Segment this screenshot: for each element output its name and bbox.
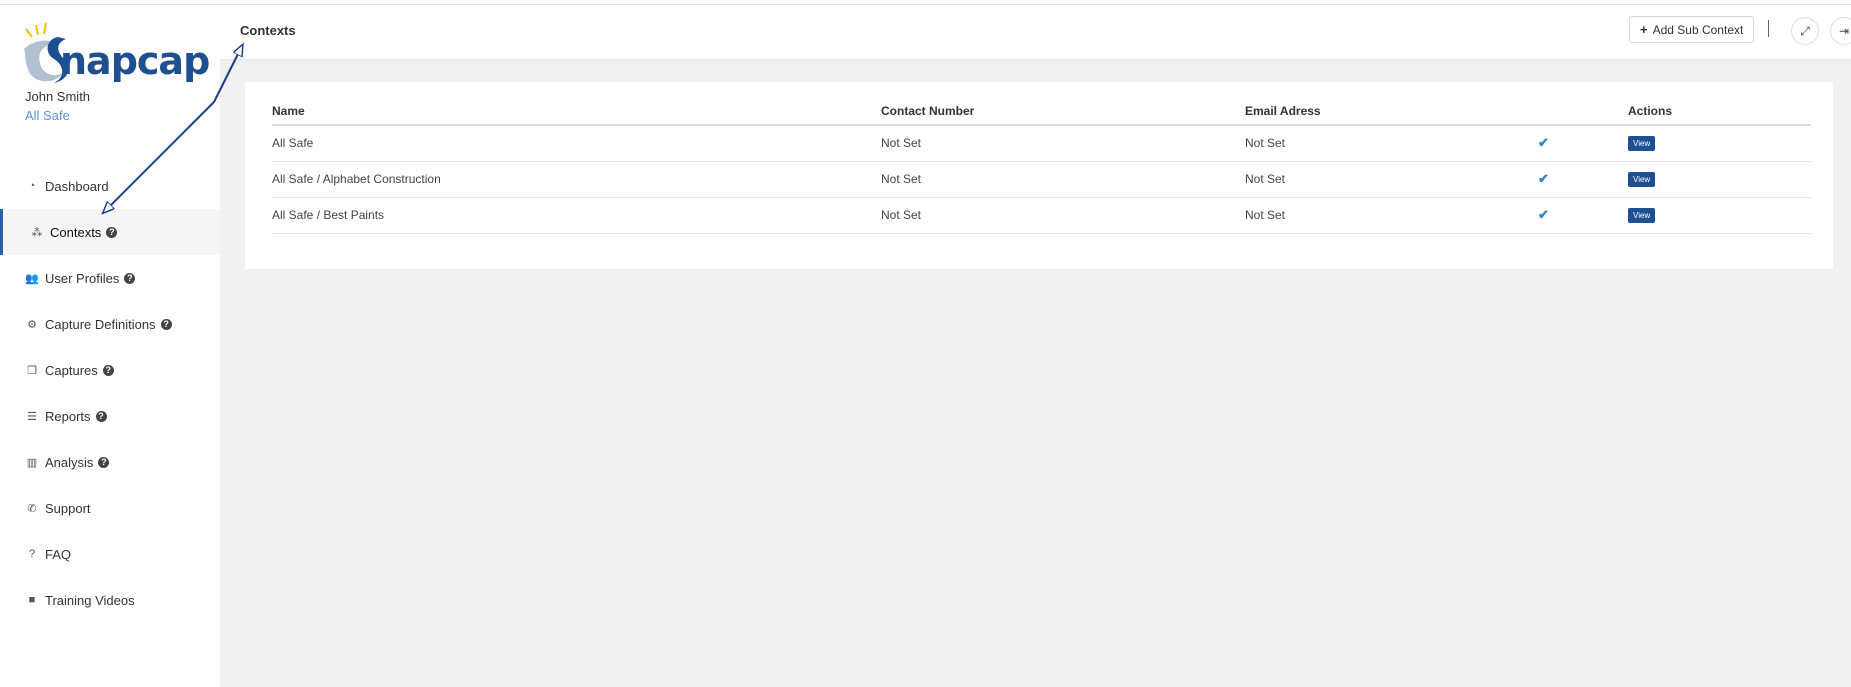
page-title: Contexts (240, 23, 296, 38)
contexts-card: Name Contact Number Email Adress Actions… (245, 82, 1833, 269)
sidebar-item-analysis[interactable]: ▥ Analysis? (0, 439, 220, 485)
sign-out-icon: ⇥ (1838, 24, 1850, 38)
help-icon[interactable]: ? (95, 410, 107, 422)
dashboard-icon: ◔ (28, 180, 36, 192)
cell-contact-number: Not Set (881, 197, 1245, 234)
sidebar-item-label: Captures (45, 362, 98, 378)
user-organisation[interactable]: All Safe (25, 108, 70, 123)
cogs-icon: ⚙ (27, 318, 37, 331)
sidebar: napcap John Smith All Safe ◔ Dashboard ⁂ Co… (0, 5, 220, 687)
sidebar-item-label: Analysis (45, 454, 94, 470)
sidebar-item-captures[interactable]: ❐ Captures? (0, 347, 220, 393)
table-header-row: Name Contact Number Email Adress Actions (272, 97, 1811, 126)
cell-contact-number: Not Set (881, 125, 1245, 162)
sidebar-item-user-profiles[interactable]: 👥 User Profiles? (0, 255, 220, 301)
sidebar-item-capture-definitions[interactable]: ⚙ Capture Definitions? (0, 301, 220, 347)
sidebar-item-label: Dashboard (45, 178, 109, 194)
table-row: All Safe / Alphabet Construction Not Set N… (272, 161, 1811, 198)
help-icon[interactable]: ? (160, 318, 172, 330)
expand-icon: ⤢ (1800, 23, 1810, 38)
cubes-icon: ⁂ (31, 226, 43, 239)
logout-button[interactable]: ⇥ (1830, 17, 1851, 45)
column-header-actions: Actions (1628, 97, 1811, 126)
phone-icon: ✆ (27, 502, 37, 515)
contexts-table: Name Contact Number Email Adress Actions… (272, 97, 1811, 234)
sidebar-item-label: User Profiles (45, 270, 120, 286)
column-header-status (1538, 97, 1628, 126)
page-header: Contexts + Add Sub Context ⤢ ⇥ (220, 5, 1851, 60)
header-divider (1768, 20, 1769, 37)
view-button[interactable]: View (1628, 208, 1656, 223)
view-button[interactable]: View (1628, 136, 1656, 152)
copy-icon: ❐ (27, 364, 37, 377)
sidebar-item-training-videos[interactable]: ■ Training Videos (0, 577, 220, 623)
cell-name: All Safe / Alphabet Construction (272, 161, 881, 198)
help-icon[interactable]: ? (98, 456, 110, 468)
sidebar-item-label: Reports (45, 408, 91, 424)
user-name: John Smith (25, 89, 91, 104)
cell-email-address: Not Set (1245, 197, 1538, 234)
sidebar-item-label: Contexts (50, 224, 102, 240)
cell-name: All Safe (272, 125, 881, 162)
sidebar-item-dashboard[interactable]: ◔ Dashboard (0, 163, 220, 209)
sidebar-item-support[interactable]: ✆ Support (0, 485, 220, 531)
sidebar-nav: ◔ Dashboard ⁂ Contexts? 👥 User Profiles? ⚙ Capt… (0, 163, 220, 623)
sidebar-item-reports[interactable]: ☰ Reports? (0, 393, 220, 439)
add-sub-context-label: Add Sub Context (1652, 22, 1744, 37)
sidebar-item-label: Capture Definitions (45, 316, 156, 332)
question-icon: ? (28, 548, 36, 560)
cell-contact-number: Not Set (881, 161, 1245, 198)
cell-actions: View (1628, 161, 1811, 198)
help-icon[interactable]: ? (106, 226, 118, 238)
plus-icon: + (1640, 22, 1648, 37)
sidebar-item-label: Training Videos (45, 592, 135, 608)
cell-email-address: Not Set (1245, 161, 1538, 198)
add-sub-context-button[interactable]: + Add Sub Context (1629, 16, 1755, 43)
cell-actions: View (1628, 197, 1811, 234)
bar-chart-icon: ▥ (26, 456, 38, 469)
sidebar-item-faq[interactable]: ? FAQ (0, 531, 220, 577)
table-row: All Safe / Best Paints Not Set Not Set ✔ Vie… (272, 197, 1811, 234)
view-button[interactable]: View (1628, 172, 1656, 187)
logo-wordmark: napcap (60, 39, 210, 83)
help-icon[interactable]: ? (124, 272, 136, 284)
cell-name: All Safe / Best Paints (272, 197, 881, 234)
column-header-name[interactable]: Name (272, 97, 881, 126)
sidebar-item-label: FAQ (45, 546, 72, 562)
check-icon: ✔ (1538, 197, 1628, 234)
check-icon: ✔ (1538, 161, 1628, 198)
cell-actions: View (1628, 125, 1811, 162)
list-icon: ☰ (27, 410, 37, 423)
sidebar-item-label: Support (45, 500, 91, 516)
column-header-contact-number[interactable]: Contact Number (881, 97, 1245, 126)
sidebar-item-contexts[interactable]: ⁂ Contexts? (0, 209, 220, 255)
fullscreen-button[interactable]: ⤢ (1791, 17, 1819, 45)
video-camera-icon: ■ (28, 594, 36, 606)
users-icon: 👥 (25, 272, 39, 285)
cell-email-address: Not Set (1245, 125, 1538, 162)
check-icon: ✔ (1538, 125, 1628, 162)
help-icon[interactable]: ? (102, 364, 114, 376)
column-header-email-address[interactable]: Email Adress (1245, 97, 1538, 126)
table-row: All Safe Not Set Not Set ✔ View (272, 125, 1811, 162)
snapcap-logo[interactable]: napcap (18, 19, 210, 89)
